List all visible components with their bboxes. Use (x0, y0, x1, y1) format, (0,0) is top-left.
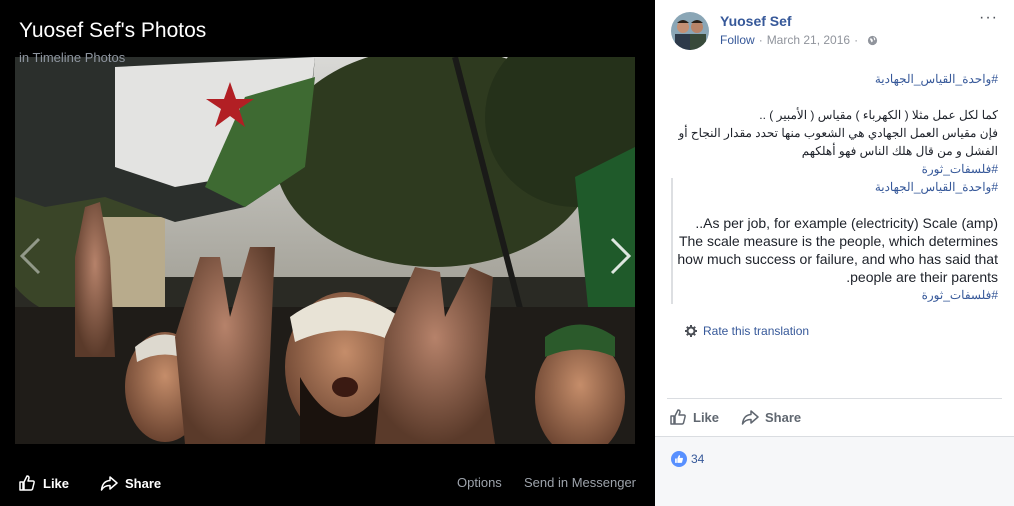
photo-share-label: Share (125, 475, 162, 491)
post-share-button[interactable]: Share (741, 408, 801, 426)
thumbs-up-icon (670, 409, 686, 425)
translation-header: #واحدة_القياس_الجهادية (875, 178, 998, 196)
photo-share-button[interactable]: Share (100, 474, 161, 492)
translation-line: As per job, for example (electricity) Sc… (695, 215, 998, 231)
avatar-image (671, 12, 709, 50)
photo[interactable] (15, 57, 635, 444)
post-date[interactable]: March 21, 2016 (767, 33, 850, 47)
divider (655, 436, 1014, 437)
translation-text: As per job, for example (electricity) Sc… (673, 178, 998, 304)
post-like-label: Like (693, 409, 720, 425)
post-meta: Follow · March 21, 2016 · (720, 33, 878, 47)
post-text-line: فإن مقياس العمل الجهادي هي الشعوب منها ت… (678, 126, 998, 158)
previous-photo-button[interactable] (17, 236, 43, 276)
hashtag-link[interactable]: #واحدة_القياس_الجهادية (671, 70, 998, 88)
gear-icon (685, 325, 697, 337)
thumbs-up-icon (675, 455, 683, 463)
post-text-line: كما لكل عمل مثلا ( الكهرباء ) مقياس ( ال… (759, 108, 998, 122)
follow-link[interactable]: Follow (720, 33, 755, 47)
album-title[interactable]: Yuosef Sef's Photos (19, 19, 206, 43)
rate-translation-label: Rate this translation (703, 324, 810, 338)
hashtag-link[interactable]: #فلسفات_ثورة (673, 286, 998, 304)
chevron-left-icon (19, 237, 41, 275)
post-panel: Yuosef Sef Follow · March 21, 2016 · ···… (655, 0, 1014, 506)
meta-separator: · (758, 33, 763, 47)
album-subtitle[interactable]: in Timeline Photos (19, 50, 125, 65)
options-link[interactable]: Options (457, 475, 502, 490)
like-reaction-icon (671, 451, 687, 467)
rate-translation-link[interactable]: Rate this translation (685, 324, 809, 338)
divider (667, 398, 1002, 399)
text-spacer (671, 88, 998, 106)
reactions-area: 34 (655, 436, 1014, 506)
photo-image (15, 57, 635, 444)
photo-like-label: Like (43, 475, 70, 491)
hashtag-link[interactable]: #فلسفات_ثورة (671, 160, 998, 178)
send-in-messenger-link[interactable]: Send in Messenger (524, 475, 636, 490)
translation-line: The scale measure is the people, which d… (677, 233, 998, 285)
photo-like-button[interactable]: Like (18, 474, 69, 492)
more-options-button[interactable]: ··· (979, 9, 998, 27)
author-name[interactable]: Yuosef Sef (720, 13, 792, 29)
post-text: #واحدة_القياس_الجهادية كما لكل عمل مثلا … (671, 70, 998, 178)
chevron-right-icon (610, 237, 632, 275)
next-photo-button[interactable] (608, 236, 634, 276)
meta-separator-2: · (854, 33, 859, 47)
share-arrow-icon (741, 410, 759, 425)
photo-viewer: Yuosef Sef's Photos in Timeline Photos L… (0, 0, 655, 506)
reaction-count: 34 (691, 452, 705, 466)
post-like-button[interactable]: Like (669, 408, 719, 426)
avatar[interactable] (671, 12, 709, 50)
photo-action-bar: Like Share Options Send in Messenger (0, 444, 655, 506)
hashtag-link[interactable]: #واحدة_القياس_الجهادية (875, 178, 998, 196)
post-actions: Like Share (669, 408, 801, 426)
translation-block: #واحدة_القياس_الجهادية As per job, for e… (671, 178, 998, 338)
reaction-count-link[interactable]: 34 (671, 451, 704, 467)
thumbs-up-icon (19, 475, 35, 491)
globe-icon (867, 35, 878, 45)
post-share-label: Share (765, 409, 802, 425)
share-arrow-icon (100, 476, 118, 491)
